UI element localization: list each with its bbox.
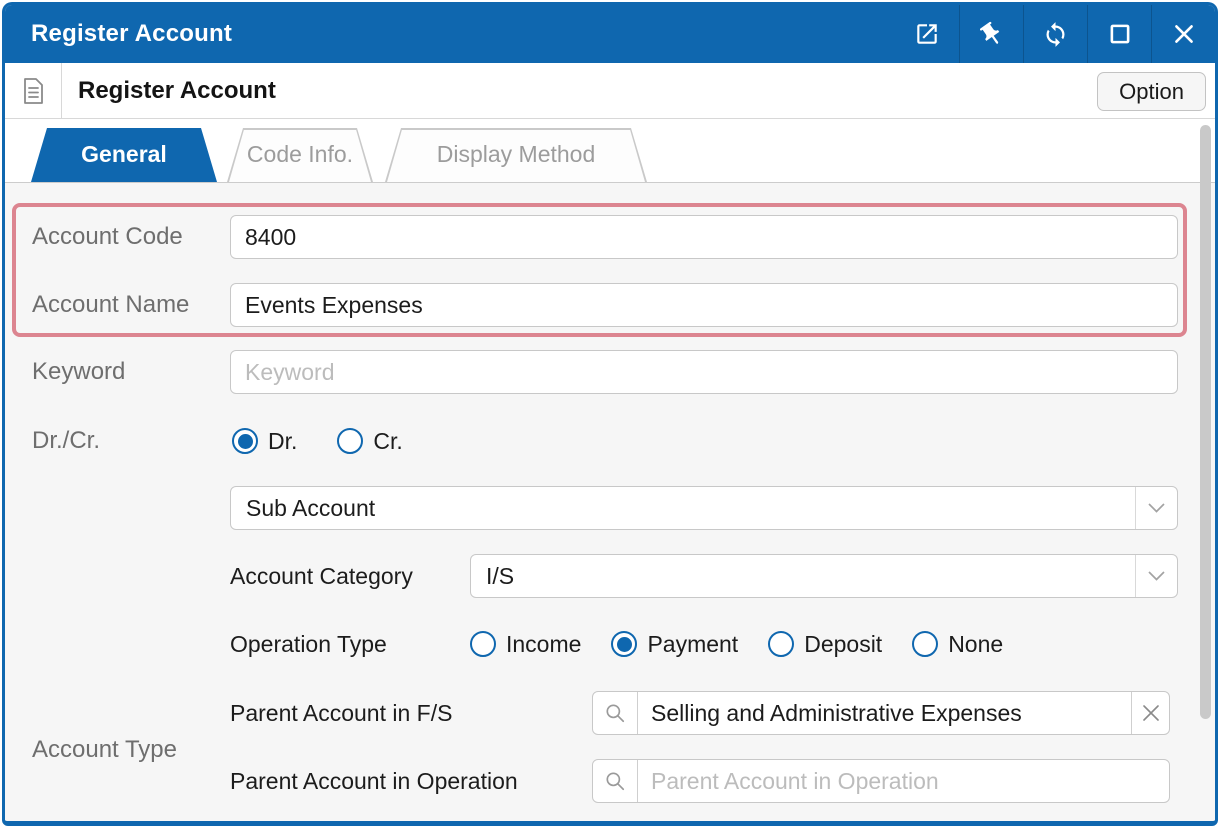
operation-type-deposit-option[interactable]: Deposit (768, 631, 882, 658)
income-radio-label: Income (506, 631, 581, 658)
dr-radio-label: Dr. (268, 428, 297, 455)
deposit-radio-label: Deposit (804, 631, 882, 658)
none-radio[interactable] (912, 631, 938, 657)
register-account-window: Register Account (2, 2, 1218, 826)
vertical-scrollbar[interactable] (1200, 125, 1211, 719)
operation-type-label-row: Operation Type (230, 622, 387, 666)
tab-display-method-label: Display Method (385, 128, 647, 182)
sub-account-selected-value: Sub Account (231, 487, 1135, 529)
none-radio-label: None (948, 631, 1003, 658)
tab-bar: General Code Info. Display Method (5, 119, 1215, 183)
tab-general[interactable]: General (31, 128, 217, 182)
chevron-down-icon (1135, 487, 1177, 529)
open-in-new-button[interactable] (895, 5, 959, 63)
dr-radio[interactable] (232, 428, 258, 454)
account-name-input[interactable] (230, 283, 1178, 327)
account-type-label-row: Account Type (32, 728, 177, 772)
account-code-label-row: Account Code (32, 215, 183, 259)
parent-operation-search-input[interactable] (638, 760, 1169, 802)
deposit-radio[interactable] (768, 631, 794, 657)
operation-type-none-option[interactable]: None (912, 631, 1003, 658)
refresh-button[interactable] (1023, 5, 1087, 63)
search-icon[interactable] (593, 760, 638, 802)
parent-fs-search-field (592, 691, 1170, 735)
drcr-label-row: Dr./Cr. (32, 419, 100, 463)
payment-radio[interactable] (611, 631, 637, 657)
account-category-label: Account Category (230, 563, 413, 590)
account-code-input[interactable] (230, 215, 1178, 259)
sub-account-select[interactable]: Sub Account (230, 486, 1178, 530)
tab-general-label: General (31, 128, 217, 182)
search-icon[interactable] (593, 692, 638, 734)
maximize-icon (1107, 21, 1133, 47)
account-category-selected-value: I/S (471, 555, 1135, 597)
keyword-input[interactable] (230, 350, 1178, 394)
drcr-label: Dr./Cr. (32, 427, 100, 455)
page-header: Register Account Option (5, 63, 1215, 119)
page-title: Register Account (78, 63, 276, 119)
account-category-label-row: Account Category (230, 554, 413, 598)
cr-radio[interactable] (337, 428, 363, 454)
window-titlebar: Register Account (5, 5, 1215, 63)
window-title: Register Account (31, 5, 232, 63)
parent-fs-label-row: Parent Account in F/S (230, 691, 452, 735)
pin-button[interactable] (959, 5, 1023, 63)
account-name-label-row: Account Name (32, 283, 189, 327)
operation-type-payment-option[interactable]: Payment (611, 631, 738, 658)
account-code-label: Account Code (32, 223, 183, 251)
keyword-label: Keyword (32, 358, 125, 386)
parent-fs-label: Parent Account in F/S (230, 700, 452, 727)
account-category-select[interactable]: I/S (470, 554, 1178, 598)
dr-radio-option[interactable]: Dr. (232, 428, 297, 455)
refresh-icon (1042, 21, 1069, 48)
tab-code-info-label: Code Info. (227, 128, 373, 182)
cr-radio-option[interactable]: Cr. (337, 428, 402, 455)
maximize-button[interactable] (1087, 5, 1151, 63)
clear-icon (1142, 704, 1160, 722)
keyword-label-row: Keyword (32, 350, 125, 394)
drcr-radio-group: Dr. Cr. (232, 419, 403, 463)
payment-radio-label: Payment (647, 631, 738, 658)
document-icon (5, 63, 62, 119)
open-in-new-icon (914, 21, 940, 47)
option-button[interactable]: Option (1097, 72, 1206, 111)
titlebar-buttons (895, 5, 1215, 63)
account-name-label: Account Name (32, 291, 189, 319)
parent-fs-clear-button[interactable] (1131, 692, 1169, 734)
operation-type-income-option[interactable]: Income (470, 631, 581, 658)
operation-type-radio-group: Income Payment Deposit None (470, 622, 1003, 666)
operation-type-label: Operation Type (230, 631, 387, 658)
income-radio[interactable] (470, 631, 496, 657)
tab-display-method[interactable]: Display Method (385, 128, 647, 182)
account-type-label: Account Type (32, 736, 177, 764)
parent-fs-search-input[interactable] (638, 692, 1131, 734)
parent-operation-label-row: Parent Account in Operation (230, 759, 518, 803)
pin-icon (978, 21, 1005, 48)
close-button[interactable] (1151, 5, 1215, 63)
cr-radio-label: Cr. (373, 428, 402, 455)
chevron-down-icon (1135, 555, 1177, 597)
close-icon (1171, 21, 1197, 47)
parent-operation-label: Parent Account in Operation (230, 768, 518, 795)
tab-code-info[interactable]: Code Info. (227, 128, 373, 182)
general-tab-panel: Account Code Account Name Keyword Dr./Cr… (5, 183, 1215, 819)
parent-operation-search-field (592, 759, 1170, 803)
